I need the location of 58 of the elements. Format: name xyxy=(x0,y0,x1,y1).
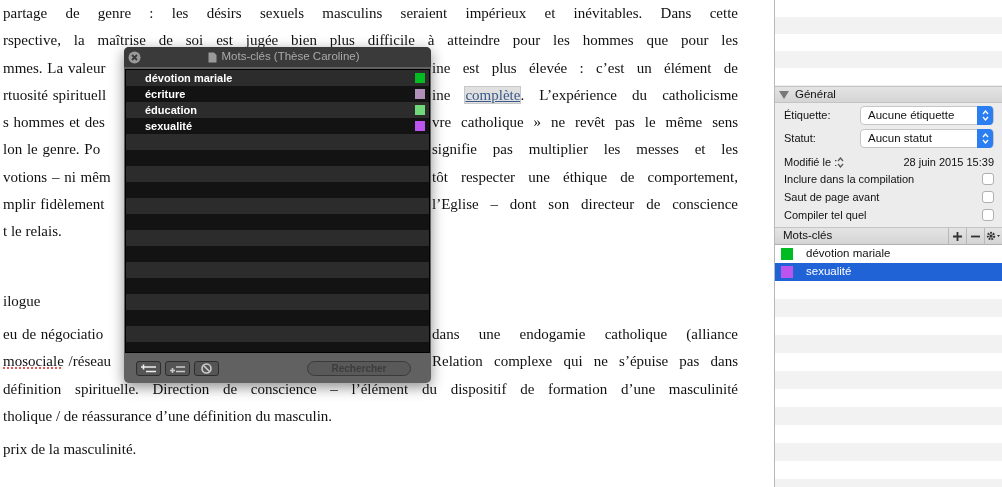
option-label: Compiler tel quel xyxy=(784,207,867,223)
text-line: tôt respecter une éthique de comportement, xyxy=(432,167,738,187)
field-label: Étiquette: xyxy=(784,108,831,124)
close-icon[interactable] xyxy=(128,50,141,64)
document-icon xyxy=(208,51,218,63)
field-label: Statut: xyxy=(784,131,816,147)
section-heading: ilogue xyxy=(3,291,41,311)
option-label: Saut de page avant xyxy=(784,189,880,205)
dropdown[interactable]: Aucune étiquette xyxy=(860,106,994,125)
keyword-row[interactable]: écriture xyxy=(126,86,429,102)
text-line: vre catholique » ne revêt pas le même sens xyxy=(432,113,738,133)
field-label: Modifié le : xyxy=(784,154,838,170)
text-line: votions – ni mêm xyxy=(3,167,111,187)
keyword-row[interactable]: sexualité xyxy=(775,263,1002,281)
text-line: partage de genre : les désirs sexuels masculins seraient impérieux et inévitables. Dans cette xyxy=(3,4,738,23)
text-line: définition spirituelle. Direction de conscience – l’élément du dispositif de formation d’une masculinité xyxy=(3,379,738,399)
plus-icon xyxy=(953,231,962,241)
keyword-row[interactable]: sexualité xyxy=(126,118,429,134)
disclosure-triangle-icon[interactable] xyxy=(779,90,789,99)
section-header: Mots-clés xyxy=(783,228,833,244)
prohibited-icon xyxy=(201,362,212,374)
keyword-row[interactable]: dévotion mariale xyxy=(775,245,1002,263)
chevron-updown-icon xyxy=(981,133,989,144)
delete-keyword-button[interactable] xyxy=(194,360,219,376)
add-list-icon xyxy=(140,363,157,373)
section-header[interactable]: Général xyxy=(775,86,1002,103)
text-line: signifie pas multiplier les messes et les xyxy=(432,140,738,160)
dropdown[interactable]: Aucun statut xyxy=(860,129,994,148)
checkbox[interactable] xyxy=(982,209,994,221)
text-line: ine complète. L’expérience du catholicisme xyxy=(432,85,738,105)
keyword-row[interactable]: éducation xyxy=(126,102,429,118)
checkbox[interactable] xyxy=(982,173,994,185)
text-line: Relation complexe qui ne s’épuise pas dans xyxy=(432,352,738,372)
text-line: dans une endogamie catholique (alliance xyxy=(432,324,738,344)
keyword-row[interactable]: dévotion mariale xyxy=(126,70,429,86)
date-value: 28 juin 2015 15:39 xyxy=(903,154,994,170)
text-line: eu de négociatio xyxy=(3,324,104,344)
text-line: tholique / de réassurance d’une définition du masculin. xyxy=(3,406,333,426)
text-line: l’Eglise – dont son directeur de conscience xyxy=(432,195,738,215)
add-list-icon xyxy=(169,363,186,373)
text-line: ine est plus élevée : c’est un élément de xyxy=(432,58,738,78)
chevron-updown-icon[interactable] xyxy=(837,156,845,168)
text-line: mmes. La valeur xyxy=(3,58,106,78)
text-line: s hommes et des xyxy=(3,113,105,133)
text-line: lon le genre. Po xyxy=(3,140,101,160)
text-line: t le relais. xyxy=(3,222,62,242)
text-line: mosociale /réseau xyxy=(3,352,112,372)
settings-icon xyxy=(986,231,1001,241)
add-keyword-button[interactable] xyxy=(136,360,161,376)
text-line: mplir fidèlement xyxy=(3,195,105,215)
add-child-keyword-button[interactable] xyxy=(165,360,190,376)
text-line: prix de la masculinité. xyxy=(3,440,137,460)
text-line: rtuosité spirituell xyxy=(3,85,107,105)
settings-button[interactable] xyxy=(984,227,1002,245)
chevron-updown-icon xyxy=(981,110,989,121)
panel-title: Mots-clés (Thèse Caroline) xyxy=(221,49,360,65)
checkbox[interactable] xyxy=(982,191,994,203)
option-label: Inclure dans la compilation xyxy=(784,171,915,187)
